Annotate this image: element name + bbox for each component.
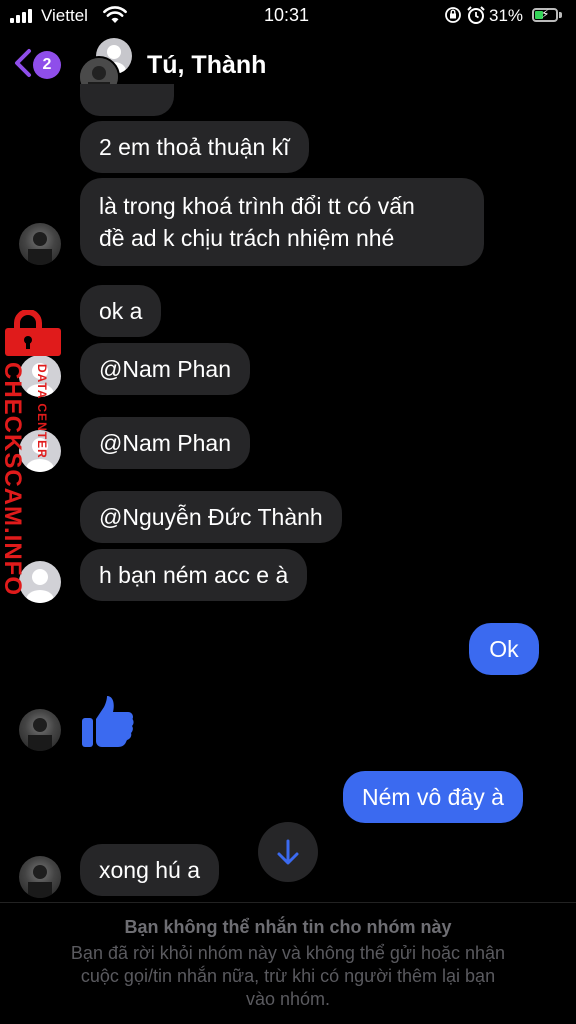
- chevron-left-icon[interactable]: [12, 48, 34, 78]
- footer-divider: [0, 902, 576, 903]
- message-bubble[interactable]: @Nam Phan: [80, 417, 251, 469]
- scroll-to-bottom-button[interactable]: [258, 822, 318, 882]
- message-text: ok a: [99, 298, 143, 324]
- message-text: xong hú a: [99, 857, 201, 883]
- battery-cap: [559, 12, 562, 18]
- avatar[interactable]: [19, 856, 61, 898]
- conversation-title[interactable]: Tú, Thành: [147, 51, 266, 80]
- message-bubble[interactable]: là trong khoá trình đổi tt có vấn đề ad …: [80, 178, 484, 266]
- alarm-icon: [467, 6, 485, 24]
- message-bubble-outgoing[interactable]: Ok: [469, 623, 539, 675]
- status-bar: Viettel 10:31 31% ⚡: [0, 0, 576, 34]
- unread-badge[interactable]: 2: [33, 51, 61, 79]
- message-bubble-outgoing[interactable]: Ném vô đây à: [343, 771, 523, 823]
- message-bubble[interactable]: @Nguyễn Đức Thành: [80, 491, 342, 543]
- message-bubble[interactable]: 2 em thoả thuận kĩ: [80, 121, 309, 173]
- avatar[interactable]: [19, 709, 61, 751]
- cannot-message-body: Bạn đã rời khỏi nhóm này và không thể gử…: [34, 942, 542, 1011]
- clock: 10:31: [264, 5, 310, 25]
- thumbs-up-icon[interactable]: [80, 694, 136, 750]
- watermark-subtext: DATA CENTER: [35, 364, 49, 459]
- cannot-message-title: Bạn không thể nhắn tin cho nhóm này: [124, 917, 452, 937]
- message-text: 2 em thoả thuận kĩ: [99, 134, 290, 160]
- message-bubble[interactable]: ok a: [80, 285, 162, 337]
- avatar[interactable]: [19, 223, 61, 265]
- message-text: @Nam Phan: [99, 356, 232, 382]
- orientation-lock-icon: [445, 7, 461, 23]
- battery-icon: ⚡: [532, 7, 558, 22]
- arrow-down-icon: [277, 839, 299, 865]
- watermark-text: CHECKSCAM.INFO: [0, 362, 26, 596]
- message-text: @Nam Phan: [99, 430, 232, 456]
- message-bubble[interactable]: h bạn ném acc e à: [80, 549, 308, 601]
- message-bubble[interactable]: @Nam Phan: [80, 343, 251, 395]
- footer-line: Bạn đã rời khỏi nhóm này và không thể gử…: [70, 943, 506, 963]
- message-text: @Nguyễn Đức Thành: [99, 504, 323, 530]
- message-text-line: đề ad k chịu trách nhiệm nhé: [99, 225, 395, 251]
- message-text-line: là trong khoá trình đổi tt có vấn: [99, 193, 415, 219]
- message-bubble-partial[interactable]: [80, 84, 174, 116]
- footer-line: cuộc gọi/tin nhắn nữa, trừ khi có người …: [80, 966, 496, 986]
- footer-line: vào nhóm.: [245, 989, 331, 1009]
- message-text: h bạn ném acc e à: [99, 562, 289, 588]
- padlock-icon: [5, 310, 61, 356]
- message-text: Ném vô đây à: [362, 784, 504, 810]
- message-bubble[interactable]: xong hú a: [80, 844, 220, 896]
- battery-percent: 31%: [489, 6, 524, 25]
- message-text: Ok: [489, 636, 519, 662]
- wifi-icon: [103, 6, 127, 23]
- carrier-name: Viettel: [41, 6, 88, 25]
- signal-icon: [10, 9, 34, 23]
